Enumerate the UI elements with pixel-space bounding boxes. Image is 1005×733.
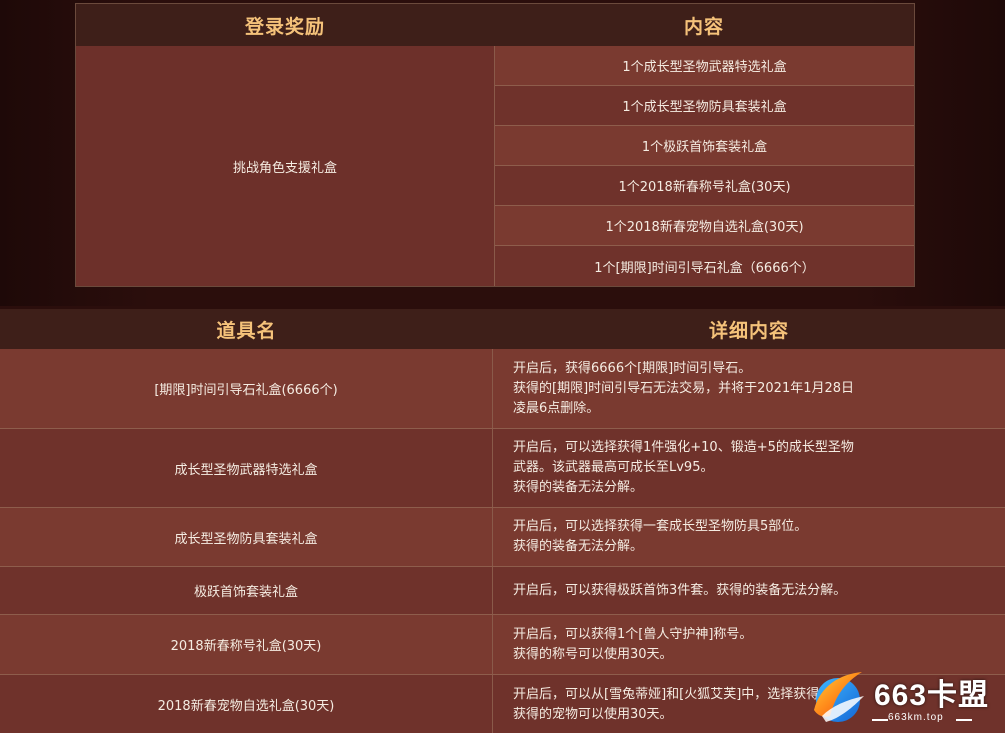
reward-content-list: 1个成长型圣物武器特选礼盒 1个成长型圣物防具套装礼盒 1个极跃首饰套装礼盒 1… <box>494 46 914 286</box>
item-name: 2018新春宠物自选礼盒(30天) <box>0 675 493 733</box>
detail-line: 开启后，获得6666个[期限]时间引导石。 <box>513 360 752 376</box>
item-name: 极跃首饰套装礼盒 <box>0 567 493 614</box>
watermark-dash-right <box>956 719 972 721</box>
watermark-brand: 663卡盟 <box>874 679 990 712</box>
detail-line: 获得的装备无法分解。 <box>513 539 644 554</box>
table-row: 极跃首饰套装礼盒 开启后，可以获得极跃首饰3件套。获得的装备无法分解。 <box>0 567 1005 615</box>
item-detail: 开启后，可以选择获得1件强化+10、锻造+5的成长型圣物 武器。该武器最高可成长… <box>493 429 1005 507</box>
content-item: 1个极跃首饰套装礼盒 <box>495 126 914 166</box>
watermark-url: 663km.top <box>888 712 944 723</box>
login-reward-table: 登录奖励 内容 挑战角色支援礼盒 1个成长型圣物武器特选礼盒 1个成长型圣物防具… <box>75 3 915 287</box>
login-reward-table-header: 登录奖励 内容 <box>76 4 914 46</box>
table-row: 成长型圣物防具套装礼盒 开启后，可以选择获得一套成长型圣物防具5部位。 获得的装… <box>0 508 1005 567</box>
item-name: [期限]时间引导石礼盒(6666个) <box>0 349 493 428</box>
content-item: 1个2018新春称号礼盒(30天) <box>495 166 914 206</box>
flame-globe-logo-icon <box>814 672 864 722</box>
header-detail: 详细内容 <box>708 319 789 342</box>
item-name: 成长型圣物武器特选礼盒 <box>0 429 493 507</box>
header-item-name: 道具名 <box>216 319 277 342</box>
content-item: 1个成长型圣物武器特选礼盒 <box>495 46 914 86</box>
header-login-reward: 登录奖励 <box>244 15 325 38</box>
table-row: [期限]时间引导石礼盒(6666个) 开启后，获得6666个[期限]时间引导石。… <box>0 349 1005 429</box>
site-watermark: 663卡盟 663km.top <box>806 666 1005 733</box>
content-item: 1个成长型圣物防具套装礼盒 <box>495 86 914 126</box>
item-detail: 开启后，可以获得极跃首饰3件套。获得的装备无法分解。 <box>493 567 1005 614</box>
table-row: 成长型圣物武器特选礼盒 开启后，可以选择获得1件强化+10、锻造+5的成长型圣物… <box>0 429 1005 508</box>
item-detail: 开启后，获得6666个[期限]时间引导石。 获得的[期限]时间引导石无法交易，并… <box>493 349 1005 428</box>
detail-line: 获得的装备无法分解。 <box>513 480 644 495</box>
item-name: 2018新春称号礼盒(30天) <box>0 615 493 674</box>
header-content: 内容 <box>683 15 724 38</box>
detail-line: 开启后，可以获得1个[兽人守护神]称号。 <box>513 626 753 642</box>
detail-line: 获得的称号可以使用30天。 <box>513 646 673 662</box>
item-detail-table-header: 道具名 详细内容 <box>0 309 1005 349</box>
item-detail: 开启后，可以选择获得一套成长型圣物防具5部位。 获得的装备无法分解。 <box>493 508 1005 566</box>
content-item: 1个[期限]时间引导石礼盒（6666个） <box>495 246 914 286</box>
detail-line: 获得的[期限]时间引导石无法交易，并将于2021年1月28日 <box>513 380 855 396</box>
detail-line: 武器。该武器最高可成长至Lv95。 <box>513 460 714 475</box>
watermark-dash-left <box>872 719 888 721</box>
detail-line: 开启后，可以获得极跃首饰3件套。获得的装备无法分解。 <box>513 582 847 598</box>
detail-line: 开启后，可以选择获得1件强化+10、锻造+5的成长型圣物 <box>513 440 854 455</box>
item-name: 成长型圣物防具套装礼盒 <box>0 508 493 566</box>
content-item: 1个2018新春宠物自选礼盒(30天) <box>495 206 914 246</box>
reward-name-cell: 挑战角色支援礼盒 <box>76 46 494 286</box>
detail-line: 开启后，可以选择获得一套成长型圣物防具5部位。 <box>513 519 808 534</box>
detail-line: 凌晨6点删除。 <box>513 400 600 416</box>
